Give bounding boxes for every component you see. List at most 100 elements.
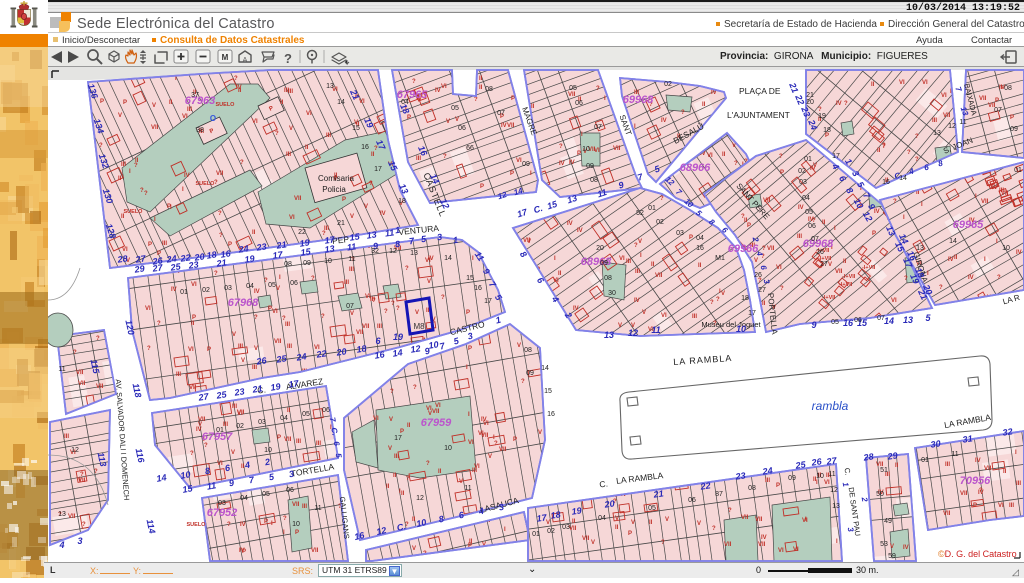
svg-text:VII: VII xyxy=(405,174,413,180)
svg-text:II: II xyxy=(305,145,309,151)
svg-text:04: 04 xyxy=(598,515,606,522)
svg-text:49: 49 xyxy=(884,518,892,525)
svg-text:7: 7 xyxy=(248,475,256,486)
svg-text:V: V xyxy=(289,126,293,132)
svg-text:?: ? xyxy=(144,191,148,197)
svg-text:II: II xyxy=(531,104,535,110)
svg-text:3: 3 xyxy=(436,232,442,243)
svg-text:VI: VI xyxy=(289,215,295,221)
svg-text:10: 10 xyxy=(292,521,300,528)
svg-text:?: ? xyxy=(275,131,279,137)
svg-text:16: 16 xyxy=(547,411,555,418)
svg-text:67968: 67968 xyxy=(228,297,259,309)
svg-text:VI: VI xyxy=(488,320,494,326)
svg-text:?: ? xyxy=(521,379,525,385)
svg-text:IV: IV xyxy=(184,173,190,179)
svg-text:V: V xyxy=(350,214,354,220)
svg-text:P: P xyxy=(689,235,693,241)
svg-text:13: 13 xyxy=(326,83,334,90)
svg-text:3: 3 xyxy=(77,536,82,546)
svg-text:14: 14 xyxy=(541,365,549,372)
svg-text:VII: VII xyxy=(758,542,766,548)
svg-text:18: 18 xyxy=(550,509,561,520)
svg-text:VII: VII xyxy=(96,384,104,390)
svg-text:VII: VII xyxy=(613,146,621,152)
svg-text:V: V xyxy=(890,544,894,550)
svg-text:VI: VI xyxy=(891,298,897,304)
svg-text:III: III xyxy=(344,280,349,286)
svg-text:14: 14 xyxy=(444,255,452,262)
svg-text:V: V xyxy=(118,113,122,119)
svg-text:15: 15 xyxy=(546,199,560,212)
svg-text:14: 14 xyxy=(949,238,957,245)
svg-text:V: V xyxy=(354,361,358,367)
svg-text:V: V xyxy=(446,119,450,125)
svg-text:67959: 67959 xyxy=(421,417,452,429)
svg-text:P: P xyxy=(148,242,152,248)
svg-text:?: ? xyxy=(681,155,685,161)
svg-text:22: 22 xyxy=(315,348,327,360)
svg-text:VII: VII xyxy=(356,330,364,336)
svg-text:17: 17 xyxy=(484,298,492,305)
svg-text:VII: VII xyxy=(274,339,282,345)
svg-text:IV: IV xyxy=(452,552,458,558)
svg-text:11: 11 xyxy=(346,241,357,252)
svg-text:87: 87 xyxy=(715,491,723,498)
svg-text:10: 10 xyxy=(428,339,439,350)
svg-text:?: ? xyxy=(204,443,208,449)
svg-text:08: 08 xyxy=(284,261,292,268)
svg-text:V: V xyxy=(241,358,245,364)
svg-text:7: 7 xyxy=(953,86,963,94)
svg-text:VII: VII xyxy=(655,273,663,279)
svg-text:V: V xyxy=(610,96,614,102)
svg-text:16: 16 xyxy=(882,179,890,186)
svg-text:51: 51 xyxy=(880,467,888,474)
svg-text:?: ? xyxy=(311,276,315,282)
svg-text:?: ? xyxy=(405,266,409,272)
svg-text:?: ? xyxy=(284,51,292,66)
svg-text:03: 03 xyxy=(676,230,684,237)
svg-text:VI: VI xyxy=(998,503,1004,509)
svg-text:VI: VI xyxy=(778,548,784,554)
svg-text:VI: VI xyxy=(474,464,480,470)
svg-text:VII: VII xyxy=(311,548,319,554)
svg-text:02: 02 xyxy=(547,528,555,535)
svg-text:07: 07 xyxy=(877,315,885,322)
svg-text:11: 11 xyxy=(384,227,395,238)
svg-text:III: III xyxy=(1016,481,1021,487)
svg-text:II: II xyxy=(843,259,847,265)
svg-text:VII: VII xyxy=(943,511,951,517)
svg-text:?: ? xyxy=(596,86,600,92)
svg-text:VII: VII xyxy=(499,447,507,453)
svg-text:C.: C. xyxy=(599,479,609,490)
svg-text:II: II xyxy=(280,100,284,106)
svg-text:24: 24 xyxy=(295,351,307,363)
svg-text:?: ? xyxy=(99,143,103,149)
svg-text:?: ? xyxy=(384,309,388,315)
svg-text:?: ? xyxy=(712,526,716,532)
svg-text:III: III xyxy=(692,314,697,320)
svg-text:06: 06 xyxy=(575,100,583,107)
svg-text:?: ? xyxy=(157,321,161,327)
svg-text:07: 07 xyxy=(346,303,354,310)
svg-text:VI: VI xyxy=(191,282,197,288)
svg-text:59: 59 xyxy=(888,553,896,560)
svg-text:?: ? xyxy=(390,389,394,395)
svg-text:P: P xyxy=(628,531,632,537)
svg-text:18: 18 xyxy=(741,295,749,302)
svg-text:?: ? xyxy=(396,306,400,312)
svg-text:69965: 69965 xyxy=(953,219,984,231)
svg-text:V: V xyxy=(638,239,642,245)
svg-text:II: II xyxy=(684,476,688,482)
svg-text:32: 32 xyxy=(1002,426,1013,437)
svg-text:20: 20 xyxy=(335,346,347,358)
svg-text:V: V xyxy=(459,479,463,485)
svg-text:66: 66 xyxy=(466,145,474,152)
svg-text:06: 06 xyxy=(322,407,330,414)
svg-text:VII: VII xyxy=(294,196,302,202)
svg-text:P: P xyxy=(577,151,581,157)
svg-text:120: 120 xyxy=(123,319,136,336)
svg-text:III: III xyxy=(232,404,237,410)
svg-text:VI: VI xyxy=(468,440,474,446)
svg-text:VI: VI xyxy=(426,406,432,412)
